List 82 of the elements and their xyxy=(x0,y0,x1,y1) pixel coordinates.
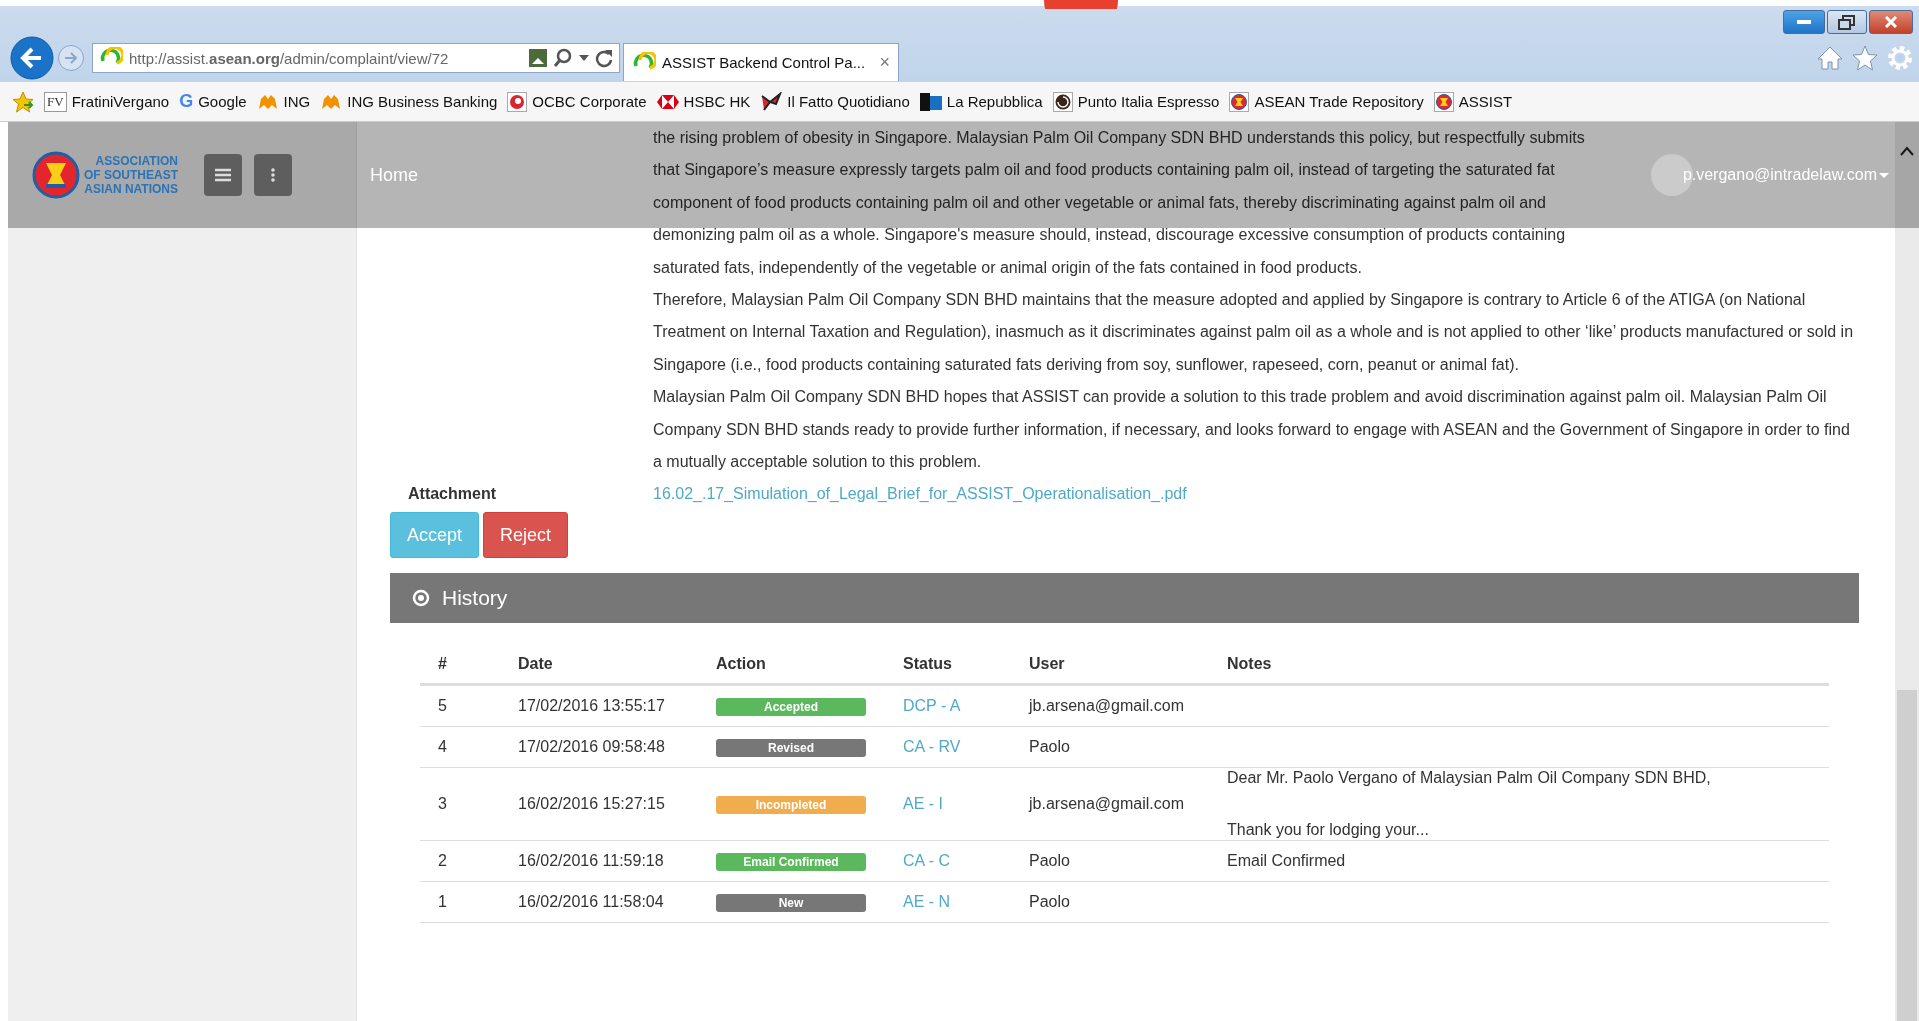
emblem-icon[interactable] xyxy=(1229,91,1250,112)
search-icon[interactable] xyxy=(553,48,573,68)
refresh-icon[interactable] xyxy=(595,48,613,68)
reject-button[interactable]: Reject xyxy=(483,512,569,559)
star-icon[interactable] xyxy=(1852,45,1878,71)
minimize-button[interactable] xyxy=(1783,10,1825,34)
star-icon[interactable] xyxy=(12,90,34,113)
bookmark-initials: FV xyxy=(44,91,67,112)
paragraph: the rising problem of obesity in Singapore. Malaysian Palm Oil Company SDN BHD understands this policy, but respectfully submits that Singapore’s measure expressly targets palm oil and food products containing palm oil, instead of targeting the saturated fat component of food products containing palm oil and other vegetable or animal fats, thereby discriminating against palm oil and demonizing palm oil as a whole. Singapore's measure should, instead, discourage excessive consumption of products containing saturated fats, independently of the vegetable or animal origin of the fats contained in food products. xyxy=(653,128,1586,278)
action-label: Revised xyxy=(716,738,866,757)
column-header: User xyxy=(1029,655,1065,673)
paragraph: Malaysian Palm Oil Company SDN BHD hopes that ASSIST can provide a solution to this trade problem and avoid discrimination against palm oil. Malaysian Palm Oil Company SDN BHD stands ready to provide further information, if necessary, and looks forward to engage with ASEAN and the Government of Singapore in order to find a mutually acceptable solution to this problem. xyxy=(653,387,1851,473)
note-text: Email Confirmed xyxy=(1227,851,1347,872)
restore-button[interactable] xyxy=(1827,10,1867,34)
bookmark-link[interactable]: HSBC HK xyxy=(683,93,751,110)
bookmark-link[interactable]: ASEAN Trade Repository xyxy=(1254,93,1424,110)
column-header: Action xyxy=(716,655,766,673)
column-header: Date xyxy=(518,655,553,673)
date-text: 17/02/2016 13:55:17 xyxy=(518,697,665,715)
user-text: jb.arsena@gmail.com xyxy=(1029,697,1184,715)
close-icon[interactable] xyxy=(1885,16,1897,28)
row-number: 4 xyxy=(438,738,447,756)
user-text: Paolo xyxy=(1029,738,1070,756)
bookmark-link[interactable]: ING xyxy=(283,93,311,110)
emblem-icon xyxy=(32,151,80,199)
menu-button[interactable] xyxy=(204,154,242,196)
home-icon[interactable] xyxy=(1817,45,1843,71)
image-icon[interactable] xyxy=(529,49,547,67)
row-number: 2 xyxy=(438,852,447,870)
back-button[interactable] xyxy=(10,36,54,80)
date-text: 17/02/2016 09:58:48 xyxy=(518,738,665,756)
url-text: http://assist.asean.org/admin/complaint/view/72 xyxy=(129,49,450,67)
action-label: Email Confirmed xyxy=(716,852,866,871)
bookmark-link[interactable]: Il Fatto Quotidiano xyxy=(787,93,910,110)
note-text: Thank you for lodging your... xyxy=(1227,820,1430,841)
bookmark-link[interactable]: FratiniVergano xyxy=(71,93,170,110)
spiral-icon[interactable] xyxy=(1052,91,1073,112)
bird-icon[interactable] xyxy=(760,91,783,112)
more-button[interactable] xyxy=(254,154,292,196)
date-text: 16/02/2016 11:59:18 xyxy=(518,852,664,870)
organization-name: ASSOCIATION OF SOUTHEAST ASIAN NATIONS xyxy=(84,154,178,196)
scroll-up-icon[interactable] xyxy=(1900,146,1914,156)
square-icon[interactable] xyxy=(919,91,942,112)
scroll-thumb[interactable] xyxy=(1897,690,1917,1021)
column-header: Notes xyxy=(1227,655,1272,673)
bookmark-link[interactable]: Punto Italia Espresso xyxy=(1077,93,1220,110)
column-header: Status xyxy=(903,655,952,673)
action-label: Accepted xyxy=(716,697,866,716)
bookmark-link[interactable]: Google xyxy=(198,93,247,110)
row-number: 3 xyxy=(438,795,447,813)
user-text: Paolo xyxy=(1029,852,1070,870)
menu-icon[interactable] xyxy=(215,168,231,182)
paragraph: Therefore, Malaysian Palm Oil Company SDN BHD maintains that the measure adopted and applied by Singapore is contrary to Article 6 of the ATIGA (on National Treatment on Internal Taxation and Regulation), inasmuch as it discriminates against palm oil as a whole and is not applied to other ‘like’ products manufactured or sold in Singapore (i.e., food products containing saturated fats deriving from soy, sunflower, rapeseed, corn, peanut or animal fat). xyxy=(653,290,1855,375)
bookmark-link[interactable]: ING Business Banking xyxy=(347,93,498,110)
bookmark-link[interactable]: La Repubblica xyxy=(946,93,1043,110)
date-text: 16/02/2016 15:27:15 xyxy=(518,795,665,813)
column-header: # xyxy=(438,655,447,673)
browser-tab[interactable]: ASSIST Backend Control Pa... × xyxy=(623,43,899,81)
bookmark-letter: G xyxy=(179,91,194,112)
address-field[interactable]: http://assist.asean.org/admin/complaint/view/72 xyxy=(92,43,620,73)
tab-title: ASSIST Backend Control Pa... xyxy=(662,54,867,71)
emblem-icon[interactable] xyxy=(1433,91,1454,112)
user-text: jb.arsena@gmail.com xyxy=(1029,795,1184,813)
user-text: Paolo xyxy=(1029,893,1070,911)
section-title: History xyxy=(442,586,508,611)
more-icon[interactable] xyxy=(271,168,275,182)
date-text: 16/02/2016 11:58:04 xyxy=(518,893,664,911)
swirl-icon[interactable] xyxy=(507,91,528,112)
bookmark-link[interactable]: ASSIST xyxy=(1458,93,1513,110)
action-label: Incompleted xyxy=(716,795,866,814)
row-number: 5 xyxy=(438,697,447,715)
tab-close-button[interactable]: × xyxy=(879,52,890,73)
hexagon-icon[interactable] xyxy=(656,94,679,109)
note-text: Dear Mr. Paolo Vergano of Malaysian Palm Oil Company SDN BHD, xyxy=(1227,768,1712,789)
bookmark-link[interactable]: OCBC Corporate xyxy=(532,93,647,110)
field-label: Attachment xyxy=(407,485,497,504)
close-button[interactable] xyxy=(1869,10,1913,34)
action-label: New xyxy=(716,893,866,912)
dropdown-icon[interactable] xyxy=(579,55,589,61)
row-number: 1 xyxy=(438,893,447,911)
scrollbar[interactable] xyxy=(1895,122,1919,1021)
radio-icon xyxy=(412,589,430,608)
